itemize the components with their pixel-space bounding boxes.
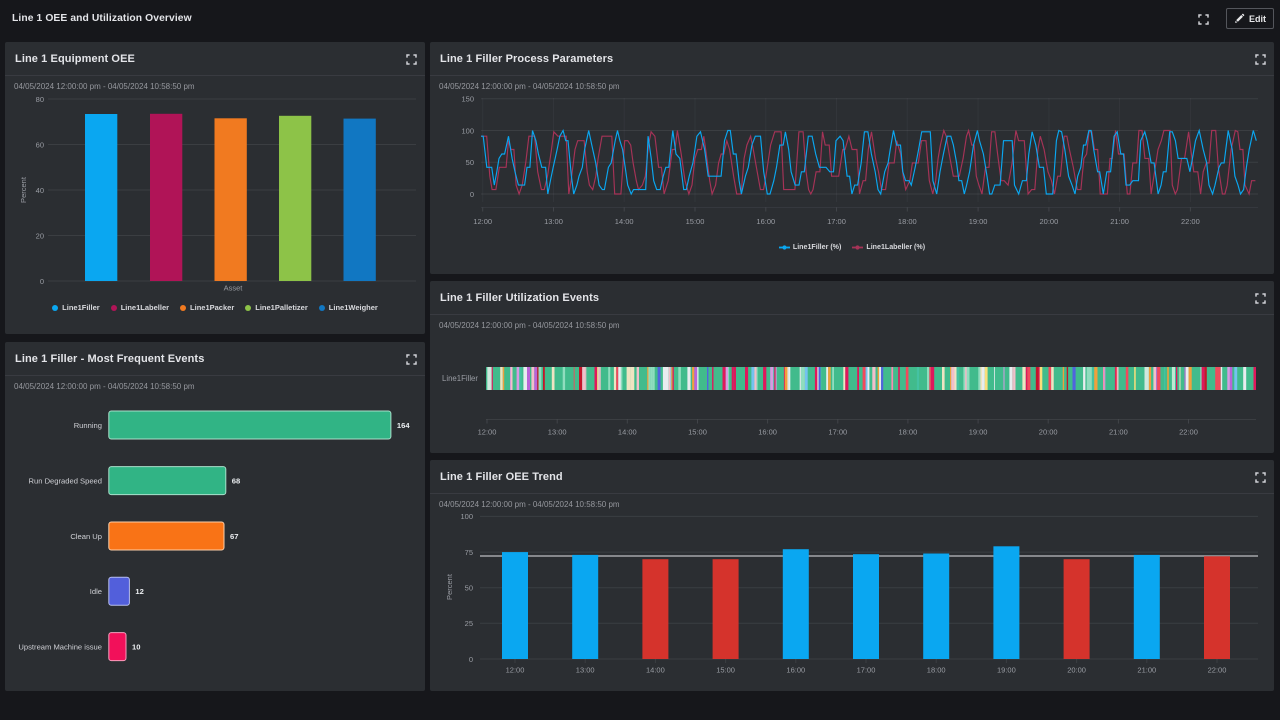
svg-text:0: 0: [470, 190, 474, 199]
svg-text:13:00: 13:00: [548, 428, 567, 437]
svg-text:20:00: 20:00: [1040, 217, 1059, 226]
svg-text:10: 10: [132, 642, 140, 651]
svg-text:25: 25: [465, 619, 473, 628]
svg-text:22:00: 22:00: [1179, 428, 1198, 437]
svg-text:12:00: 12:00: [473, 217, 492, 226]
svg-text:Percent: Percent: [19, 176, 28, 203]
svg-text:Line1Filler: Line1Filler: [442, 374, 478, 383]
svg-text:22:00: 22:00: [1208, 666, 1227, 675]
svg-text:Idle: Idle: [90, 587, 102, 596]
svg-text:18:00: 18:00: [898, 217, 917, 226]
svg-text:20:00: 20:00: [1067, 666, 1086, 675]
svg-text:16:00: 16:00: [786, 666, 805, 675]
svg-text:Clean Up: Clean Up: [70, 532, 102, 541]
svg-text:22:00: 22:00: [1181, 217, 1200, 226]
svg-text:20:00: 20:00: [1039, 428, 1058, 437]
svg-text:50: 50: [466, 158, 474, 167]
svg-text:15:00: 15:00: [688, 428, 707, 437]
svg-text:12:00: 12:00: [478, 428, 497, 437]
svg-text:21:00: 21:00: [1109, 428, 1128, 437]
svg-text:12: 12: [135, 587, 143, 596]
svg-text:0: 0: [469, 655, 473, 664]
svg-text:13:00: 13:00: [544, 217, 563, 226]
svg-text:13:00: 13:00: [576, 666, 595, 675]
svg-text:19:00: 19:00: [969, 217, 988, 226]
svg-text:18:00: 18:00: [927, 666, 946, 675]
svg-text:17:00: 17:00: [857, 666, 876, 675]
svg-text:21:00: 21:00: [1110, 217, 1129, 226]
svg-text:164: 164: [397, 421, 410, 430]
svg-text:17:00: 17:00: [827, 217, 846, 226]
svg-text:16:00: 16:00: [758, 428, 777, 437]
svg-text:0: 0: [40, 277, 44, 286]
svg-text:18:00: 18:00: [899, 428, 918, 437]
svg-text:15:00: 15:00: [716, 666, 735, 675]
svg-text:15:00: 15:00: [686, 217, 705, 226]
svg-text:75: 75: [465, 548, 473, 557]
svg-text:Asset: Asset: [224, 284, 244, 293]
svg-text:100: 100: [460, 512, 473, 521]
svg-text:Running: Running: [74, 421, 102, 430]
svg-text:150: 150: [461, 95, 474, 104]
svg-text:67: 67: [230, 532, 238, 541]
svg-text:16:00: 16:00: [756, 217, 775, 226]
svg-text:21:00: 21:00: [1137, 666, 1156, 675]
svg-text:80: 80: [36, 95, 44, 104]
svg-text:100: 100: [461, 126, 474, 135]
svg-text:60: 60: [36, 140, 44, 149]
svg-text:68: 68: [232, 476, 240, 485]
svg-text:12:00: 12:00: [506, 666, 525, 675]
svg-text:Upstream Machine issue: Upstream Machine issue: [18, 642, 102, 651]
svg-text:17:00: 17:00: [828, 428, 847, 437]
svg-text:14:00: 14:00: [646, 666, 665, 675]
svg-text:50: 50: [465, 584, 473, 593]
svg-text:Run Degraded Speed: Run Degraded Speed: [29, 476, 102, 485]
svg-text:19:00: 19:00: [969, 428, 988, 437]
svg-text:19:00: 19:00: [997, 666, 1016, 675]
svg-text:14:00: 14:00: [618, 428, 637, 437]
svg-text:40: 40: [36, 186, 44, 195]
svg-text:14:00: 14:00: [615, 217, 634, 226]
svg-text:20: 20: [36, 231, 44, 240]
svg-text:Percent: Percent: [445, 573, 454, 600]
